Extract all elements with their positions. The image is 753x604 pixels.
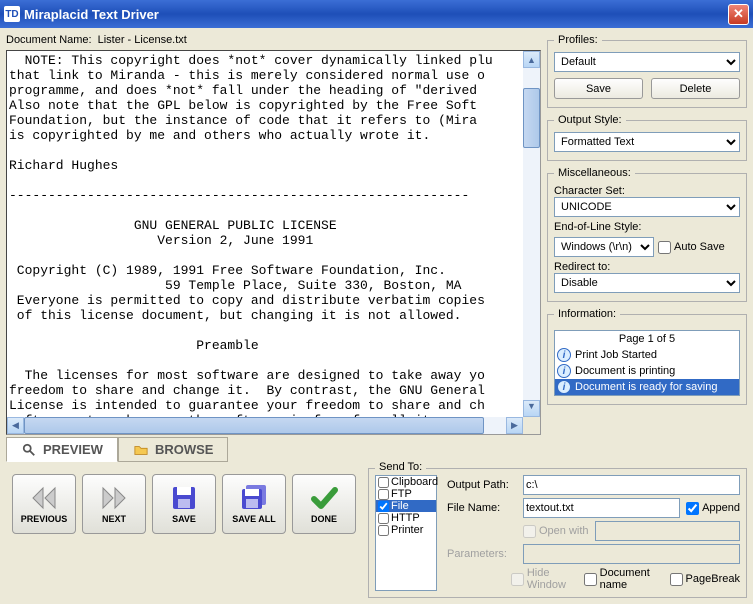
sendto-item[interactable]: Printer [376,524,436,536]
charset-select[interactable]: UNICODE [554,197,740,217]
redirect-select[interactable]: Disable [554,273,740,293]
scroll-right-icon[interactable]: ▶ [506,417,523,434]
openwith-check-wrap: Open with [523,525,589,538]
eol-select[interactable]: Windows (\r\n) [554,237,654,257]
scroll-left-icon[interactable]: ◀ [7,417,24,434]
app-icon: TD [4,6,20,22]
output-path-input[interactable] [523,475,740,495]
misc-group: Miscellaneous: Character Set: UNICODE En… [547,167,747,302]
sendto-item-checkbox[interactable] [378,513,389,524]
autosave-checkbox[interactable] [658,241,671,254]
previous-button[interactable]: PREVIOUS [12,474,76,534]
profiles-select[interactable]: Default [554,52,740,72]
sendto-item-checkbox[interactable] [378,477,389,488]
profiles-group: Profiles: Default Save Delete [547,34,747,108]
redirect-label: Redirect to: [554,261,740,273]
misc-legend: Miscellaneous: [554,167,635,179]
send-to-list[interactable]: ClipboardFTPFileHTTPPrinter [375,475,437,591]
pagebreak-check[interactable]: PageBreak [670,573,740,586]
autosave-checkbox-wrap[interactable]: Auto Save [658,241,725,254]
filename-label: File Name: [447,502,517,514]
profile-save-button[interactable]: Save [554,78,643,99]
tab-browse-label: BROWSE [155,442,214,457]
filename-input[interactable] [523,498,680,518]
done-button[interactable]: DONE [292,474,356,534]
information-legend: Information: [554,308,620,320]
tab-browse[interactable]: BROWSE [118,437,229,462]
sendto-item-checkbox[interactable] [378,489,389,500]
folder-icon [133,443,149,457]
hscroll-thumb[interactable] [24,417,484,434]
append-check-wrap[interactable]: Append [686,502,740,515]
eol-label: End-of-Line Style: [554,221,740,233]
previous-icon [29,484,59,512]
profiles-legend: Profiles: [554,34,602,46]
document-text: NOTE: This copyright does *not* cover dy… [7,51,540,435]
docname-check[interactable]: Document name [584,567,664,591]
output-style-legend: Output Style: [554,114,626,126]
output-style-select[interactable]: Formatted Text [554,132,740,152]
window-title: Miraplacid Text Driver [24,7,728,22]
next-button[interactable]: NEXT [82,474,146,534]
sendto-item[interactable]: Clipboard [376,476,436,488]
save-all-button[interactable]: SAVE ALL [222,474,286,534]
tab-preview-label: PREVIEW [43,442,103,457]
page-indicator: Page 1 of 5 [555,331,739,347]
profile-delete-button[interactable]: Delete [651,78,740,99]
openwith-checkbox [523,525,536,538]
save-button[interactable]: SAVE [152,474,216,534]
vertical-scrollbar[interactable]: ▲ ▼ [523,51,540,417]
info-icon: i [557,348,571,362]
info-icon: i [557,380,571,394]
send-to-legend: Send To: [375,461,426,473]
close-button[interactable]: ✕ [728,4,749,25]
parameters-label: Parameters: [447,548,517,560]
check-icon [309,484,339,512]
scroll-down-icon[interactable]: ▼ [523,400,540,417]
parameters-input [523,544,740,564]
hidewin-check: Hide Window [511,567,578,591]
sendto-item-checkbox[interactable] [378,525,389,536]
append-checkbox[interactable] [686,502,699,515]
info-icon: i [557,364,571,378]
magnifier-icon [21,443,37,457]
send-to-group: Send To: ClipboardFTPFileHTTPPrinter Out… [368,468,747,598]
vscroll-thumb[interactable] [523,88,540,148]
scroll-up-icon[interactable]: ▲ [523,51,540,68]
sendto-item[interactable]: File [376,500,436,512]
document-name-label: Document Name: [6,34,92,46]
charset-label: Character Set: [554,185,740,197]
title-bar: TD Miraplacid Text Driver ✕ [0,0,753,28]
info-item[interactable]: iPrint Job Started [555,347,739,363]
floppy-multi-icon [239,484,269,512]
next-icon [99,484,129,512]
output-style-group: Output Style: Formatted Text [547,114,747,161]
document-name-value: Lister - License.txt [98,34,187,46]
sendto-item-checkbox[interactable] [378,501,389,512]
tab-preview[interactable]: PREVIEW [6,437,118,462]
sendto-item[interactable]: FTP [376,488,436,500]
openwith-input [595,521,740,541]
sendto-item[interactable]: HTTP [376,512,436,524]
information-group: Information: Page 1 of 5 iPrint Job Star… [547,308,747,405]
info-item[interactable]: iDocument is printing [555,363,739,379]
document-text-area[interactable]: NOTE: This copyright does *not* cover dy… [6,50,541,435]
output-path-label: Output Path: [447,479,517,491]
info-item[interactable]: iDocument is ready for saving [555,379,739,395]
horizontal-scrollbar[interactable]: ◀ ▶ [7,417,523,434]
floppy-icon [169,484,199,512]
